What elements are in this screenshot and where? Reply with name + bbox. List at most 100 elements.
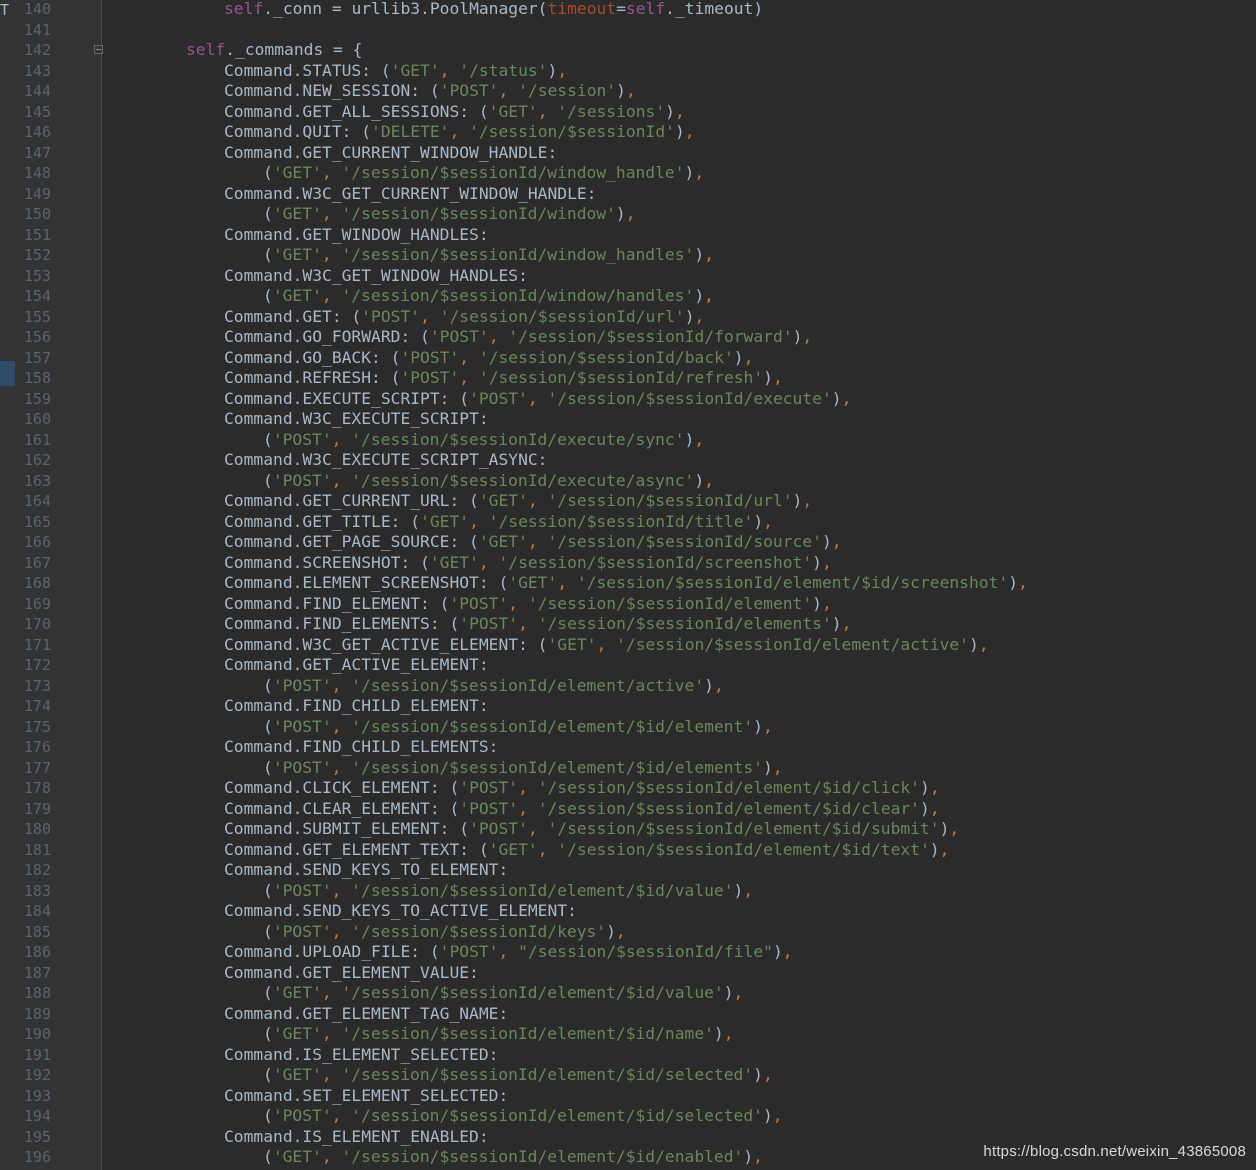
code-text[interactable]: Command.SET_ELEMENT_SELECTED: [224,1086,508,1107]
code-line[interactable]: 157 Command.GO_BACK: ('POST', '/session/$… [0,348,1256,369]
code-text[interactable]: Command.GO_BACK: ('POST', '/session/$ses… [224,348,753,369]
code-text[interactable]: Command.SEND_KEYS_TO_ACTIVE_ELEMENT: [224,901,577,922]
code-text[interactable]: Command.EXECUTE_SCRIPT: ('POST', '/sessi… [224,389,851,410]
code-line[interactable]: 177 ('POST', '/session/$sessionId/element… [0,758,1256,779]
code-text[interactable]: ('GET', '/session/$sessionId/window'), [263,204,636,225]
code-area[interactable]: 140 self._conn = urllib3.PoolManager(time… [0,0,1256,1168]
code-text[interactable]: ('GET', '/session/$sessionId/element/$id… [263,1147,763,1168]
code-text[interactable]: Command.CLEAR_ELEMENT: ('POST', '/sessio… [224,799,940,820]
code-line[interactable]: 192 ('GET', '/session/$sessionId/element/… [0,1065,1256,1086]
code-text[interactable]: Command.W3C_EXECUTE_SCRIPT: [224,409,489,430]
code-text[interactable]: ('GET', '/session/$sessionId/element/$id… [263,1065,773,1086]
code-line[interactable]: 175 ('POST', '/session/$sessionId/element… [0,717,1256,738]
code-text[interactable]: Command.UPLOAD_FILE: ('POST', "/session/… [224,942,793,963]
code-line[interactable]: 143 Command.STATUS: ('GET', '/status'), [0,61,1256,82]
code-line[interactable]: 172 Command.GET_ACTIVE_ELEMENT: [0,655,1256,676]
code-line[interactable]: 155 Command.GET: ('POST', '/session/$sess… [0,307,1256,328]
code-line[interactable]: 174 Command.FIND_CHILD_ELEMENT: [0,696,1256,717]
code-line[interactable]: 147 Command.GET_CURRENT_WINDOW_HANDLE: [0,143,1256,164]
code-line[interactable]: 188 ('GET', '/session/$sessionId/element/… [0,983,1256,1004]
code-text[interactable]: ('POST', '/session/$sessionId/element/$i… [263,717,773,738]
code-text[interactable]: Command.W3C_GET_WINDOW_HANDLES: [224,266,528,287]
code-text[interactable]: Command.GET_WINDOW_HANDLES: [224,225,489,246]
code-line[interactable]: 150 ('GET', '/session/$sessionId/window')… [0,204,1256,225]
code-line[interactable]: 166 Command.GET_PAGE_SOURCE: ('GET', '/se… [0,532,1256,553]
code-line[interactable]: 151 Command.GET_WINDOW_HANDLES: [0,225,1256,246]
code-line[interactable]: 146 Command.QUIT: ('DELETE', '/session/$s… [0,122,1256,143]
code-line[interactable]: 167 Command.SCREENSHOT: ('GET', '/session… [0,553,1256,574]
code-line[interactable]: 159 Command.EXECUTE_SCRIPT: ('POST', '/se… [0,389,1256,410]
code-line[interactable]: 169 Command.FIND_ELEMENT: ('POST', '/sess… [0,594,1256,615]
code-line[interactable]: 140 self._conn = urllib3.PoolManager(time… [0,0,1256,20]
code-line[interactable]: 170 Command.FIND_ELEMENTS: ('POST', '/ses… [0,614,1256,635]
code-text[interactable]: Command.NEW_SESSION: ('POST', '/session'… [224,81,636,102]
code-text[interactable]: Command.FIND_ELEMENT: ('POST', '/session… [224,594,832,615]
code-text[interactable]: Command.FIND_CHILD_ELEMENTS: [224,737,498,758]
code-text[interactable]: Command.GET_PAGE_SOURCE: ('GET', '/sessi… [224,532,842,553]
code-text[interactable]: Command.GO_FORWARD: ('POST', '/session/$… [224,327,812,348]
code-line[interactable]: 191 Command.IS_ELEMENT_SELECTED: [0,1045,1256,1066]
code-text[interactable]: self._conn = urllib3.PoolManager(timeout… [224,0,763,20]
code-text[interactable]: Command.SEND_KEYS_TO_ELEMENT: [224,860,508,881]
code-text[interactable]: ('POST', '/session/$sessionId/keys'), [263,922,626,943]
code-line[interactable]: 156 Command.GO_FORWARD: ('POST', '/sessio… [0,327,1256,348]
code-text[interactable]: Command.FIND_CHILD_ELEMENT: [224,696,489,717]
code-text[interactable]: Command.GET: ('POST', '/session/$session… [224,307,704,328]
code-text[interactable]: Command.GET_ELEMENT_TEXT: ('GET', '/sess… [224,840,949,861]
code-text[interactable]: ('GET', '/session/$sessionId/element/$id… [263,1024,734,1045]
code-line[interactable]: 164 Command.GET_CURRENT_URL: ('GET', '/se… [0,491,1256,512]
code-text[interactable]: Command.GET_TITLE: ('GET', '/session/$se… [224,512,773,533]
code-line[interactable]: 158 Command.REFRESH: ('POST', '/session/$… [0,368,1256,389]
code-line[interactable]: 148 ('GET', '/session/$sessionId/window_h… [0,163,1256,184]
code-text[interactable]: Command.SCREENSHOT: ('GET', '/session/$s… [224,553,832,574]
code-line[interactable]: 176 Command.FIND_CHILD_ELEMENTS: [0,737,1256,758]
code-text[interactable]: Command.GET_CURRENT_URL: ('GET', '/sessi… [224,491,812,512]
code-line[interactable]: 180 Command.SUBMIT_ELEMENT: ('POST', '/se… [0,819,1256,840]
code-line[interactable]: 190 ('GET', '/session/$sessionId/element/… [0,1024,1256,1045]
code-text[interactable]: ('GET', '/session/$sessionId/window/hand… [263,286,714,307]
code-line[interactable]: 183 ('POST', '/session/$sessionId/element… [0,881,1256,902]
code-line[interactable]: 194 ('POST', '/session/$sessionId/element… [0,1106,1256,1127]
code-text[interactable]: Command.CLICK_ELEMENT: ('POST', '/sessio… [224,778,940,799]
code-text[interactable]: ('GET', '/session/$sessionId/window_hand… [263,163,704,184]
code-line[interactable]: 178 Command.CLICK_ELEMENT: ('POST', '/ses… [0,778,1256,799]
code-text[interactable]: Command.REFRESH: ('POST', '/session/$ses… [224,368,783,389]
code-line[interactable]: 160 Command.W3C_EXECUTE_SCRIPT: [0,409,1256,430]
code-line[interactable]: 149 Command.W3C_GET_CURRENT_WINDOW_HANDLE… [0,184,1256,205]
code-text[interactable]: Command.STATUS: ('GET', '/status'), [224,61,567,82]
code-text[interactable]: Command.ELEMENT_SCREENSHOT: ('GET', '/se… [224,573,1028,594]
code-line[interactable]: 154 ('GET', '/session/$sessionId/window/h… [0,286,1256,307]
code-line[interactable]: 193 Command.SET_ELEMENT_SELECTED: [0,1086,1256,1107]
code-line[interactable]: 173 ('POST', '/session/$sessionId/element… [0,676,1256,697]
code-text[interactable]: Command.GET_ELEMENT_VALUE: [224,963,479,984]
code-text[interactable]: ('POST', '/session/$sessionId/element/$i… [263,881,753,902]
code-line[interactable]: 141 [0,20,1256,41]
code-text[interactable]: ('POST', '/session/$sessionId/element/ac… [263,676,724,697]
code-text[interactable]: Command.SUBMIT_ELEMENT: ('POST', '/sessi… [224,819,959,840]
code-line[interactable]: 162 Command.W3C_EXECUTE_SCRIPT_ASYNC: [0,450,1256,471]
code-text[interactable]: Command.IS_ELEMENT_ENABLED: [224,1127,489,1148]
code-line[interactable]: 145 Command.GET_ALL_SESSIONS: ('GET', '/s… [0,102,1256,123]
code-line[interactable]: 184 Command.SEND_KEYS_TO_ACTIVE_ELEMENT: [0,901,1256,922]
code-line[interactable]: 186 Command.UPLOAD_FILE: ('POST', "/sessi… [0,942,1256,963]
code-text[interactable]: Command.W3C_EXECUTE_SCRIPT_ASYNC: [224,450,547,471]
code-text[interactable]: ('GET', '/session/$sessionId/element/$id… [263,983,743,1004]
code-line[interactable]: 181 Command.GET_ELEMENT_TEXT: ('GET', '/s… [0,840,1256,861]
code-text[interactable]: ('POST', '/session/$sessionId/execute/sy… [263,430,704,451]
code-line[interactable]: 189 Command.GET_ELEMENT_TAG_NAME: [0,1004,1256,1025]
code-line[interactable]: 152 ('GET', '/session/$sessionId/window_h… [0,245,1256,266]
code-text[interactable]: Command.W3C_GET_ACTIVE_ELEMENT: ('GET', … [224,635,989,656]
code-text[interactable]: ('POST', '/session/$sessionId/element/$i… [263,758,783,779]
code-text[interactable]: Command.IS_ELEMENT_SELECTED: [224,1045,498,1066]
code-line[interactable]: 168 Command.ELEMENT_SCREENSHOT: ('GET', '… [0,573,1256,594]
code-line[interactable]: 185 ('POST', '/session/$sessionId/keys'), [0,922,1256,943]
code-text[interactable]: Command.FIND_ELEMENTS: ('POST', '/sessio… [224,614,851,635]
code-text[interactable]: ('POST', '/session/$sessionId/element/$i… [263,1106,783,1127]
code-line[interactable]: 187 Command.GET_ELEMENT_VALUE: [0,963,1256,984]
code-text[interactable]: Command.GET_ELEMENT_TAG_NAME: [224,1004,508,1025]
code-editor[interactable]: T 140 self._conn = urllib3.PoolManager(ti… [0,0,1256,1170]
code-line[interactable]: 144 Command.NEW_SESSION: ('POST', '/sessi… [0,81,1256,102]
code-text[interactable]: ('GET', '/session/$sessionId/window_hand… [263,245,714,266]
code-line[interactable]: 163 ('POST', '/session/$sessionId/execute… [0,471,1256,492]
code-line[interactable]: 161 ('POST', '/session/$sessionId/execute… [0,430,1256,451]
